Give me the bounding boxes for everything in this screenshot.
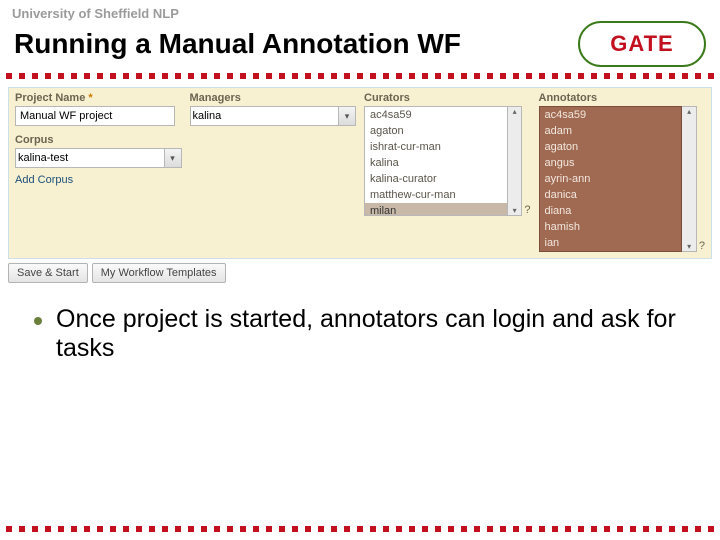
button-row: Save & Start My Workflow Templates [8, 263, 712, 283]
list-item[interactable]: agaton [365, 123, 507, 139]
save-start-button[interactable]: Save & Start [8, 263, 88, 283]
col-project: Project Name * Corpus ▾ Add Corpus [15, 92, 182, 252]
list-item[interactable]: ian [540, 235, 682, 251]
help-icon[interactable]: ? [699, 240, 705, 252]
divider-dots-bottom [0, 526, 720, 534]
project-form: Project Name * Corpus ▾ Add Corpus Manag… [8, 87, 712, 259]
slide: University of Sheffield NLP Running a Ma… [0, 0, 720, 540]
divider-dots-top [0, 71, 720, 81]
col-managers: Managers ▾ [190, 92, 357, 252]
list-item[interactable]: kalina-curator [365, 171, 507, 187]
corpus-label: Corpus [15, 134, 182, 146]
scrollbar[interactable]: ▴▾ [682, 106, 696, 252]
list-item[interactable]: danica [540, 187, 682, 203]
list-item[interactable]: diana [540, 203, 682, 219]
templates-button[interactable]: My Workflow Templates [92, 263, 226, 283]
managers-select[interactable] [190, 106, 340, 126]
col-annotators: Annotators ac4sa59 adam agaton angus ayr… [539, 92, 706, 252]
list-item[interactable]: milan [365, 203, 507, 216]
required-asterisk: * [88, 92, 92, 104]
list-item[interactable]: ac4sa59 [365, 107, 507, 123]
list-item[interactable]: ishrat-ann [540, 251, 682, 252]
add-corpus-link[interactable]: Add Corpus [15, 174, 73, 186]
list-item[interactable]: adam [540, 123, 682, 139]
list-item[interactable]: hamish [540, 219, 682, 235]
gate-logo: GATE [578, 21, 706, 67]
project-name-input[interactable] [15, 106, 175, 126]
list-item[interactable]: angus [540, 155, 682, 171]
title-row: Running a Manual Annotation WF GATE [0, 21, 720, 69]
chevron-down-icon[interactable]: ▾ [165, 148, 182, 168]
managers-label: Managers [190, 92, 357, 104]
col-curators: Curators ac4sa59 agaton ishrat-cur-man k… [364, 92, 531, 252]
curators-listbox[interactable]: ac4sa59 agaton ishrat-cur-man kalina kal… [364, 106, 508, 216]
corpus-select[interactable] [15, 148, 165, 168]
bullet-text: Once project is started, annotators can … [56, 305, 686, 363]
list-item[interactable]: ayrin-ann [540, 171, 682, 187]
gate-logo-text: GATE [610, 31, 673, 57]
slide-title: Running a Manual Annotation WF [14, 28, 461, 60]
bullet-list: Once project is started, annotators can … [34, 305, 686, 363]
annotators-listbox[interactable]: ac4sa59 adam agaton angus ayrin-ann dani… [539, 106, 683, 252]
list-item[interactable]: kalina [365, 155, 507, 171]
project-name-label: Project Name * [15, 92, 182, 104]
list-item[interactable]: agaton [540, 139, 682, 155]
annotators-label: Annotators [539, 92, 706, 104]
help-icon[interactable]: ? [524, 204, 530, 216]
bullet-icon [34, 317, 42, 325]
list-item[interactable]: matthew-cur-man [365, 187, 507, 203]
university-label: University of Sheffield NLP [0, 0, 720, 21]
list-item[interactable]: ishrat-cur-man [365, 139, 507, 155]
chevron-down-icon[interactable]: ▾ [339, 106, 356, 126]
scrollbar[interactable]: ▴▾ [508, 106, 522, 216]
list-item[interactable]: ac4sa59 [540, 107, 682, 123]
curators-label: Curators [364, 92, 531, 104]
